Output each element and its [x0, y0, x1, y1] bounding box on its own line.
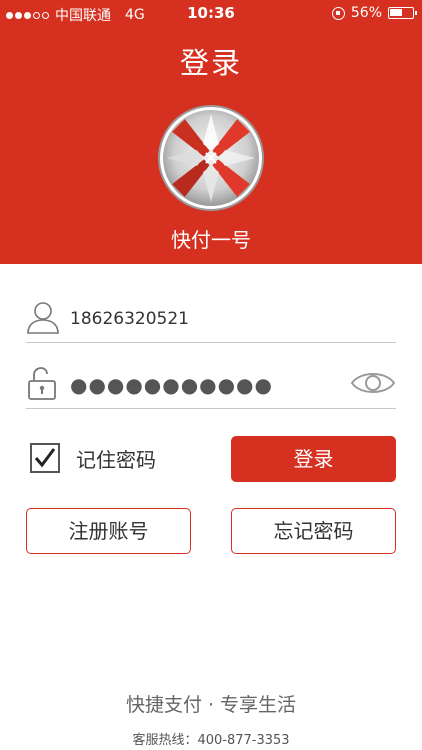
login-button[interactable]: 登录	[231, 436, 396, 482]
unlock-icon	[28, 367, 56, 400]
user-icon	[27, 302, 59, 334]
rotation-lock-icon	[331, 6, 345, 20]
status-bar: 中国联通 4G 10:36 56%	[0, 0, 422, 28]
eye-icon[interactable]	[350, 368, 396, 398]
service-hotline: 客服热线：400-877-3353	[132, 733, 290, 748]
header: 中国联通 4G 10:36 56% 登录 快付一号	[0, 0, 422, 264]
page-title: 登录	[179, 46, 242, 80]
app-logo	[158, 105, 264, 211]
remember-checkbox[interactable]	[30, 443, 60, 473]
status-right: 56%	[331, 5, 417, 21]
battery-percent: 56%	[350, 5, 382, 21]
password-field[interactable]: ●●●●●●●●●●●	[26, 362, 396, 409]
username-input[interactable]	[70, 302, 340, 336]
remember-password[interactable]: 记住密码	[30, 443, 156, 473]
remember-label: 记住密码	[76, 447, 156, 472]
battery-fill	[390, 9, 402, 16]
forgot-password-button[interactable]: 忘记密码	[231, 508, 396, 554]
register-button[interactable]: 注册账号	[26, 508, 191, 554]
battery-icon	[388, 7, 417, 19]
app-name: 快付一号	[171, 228, 251, 252]
username-field[interactable]	[26, 296, 396, 343]
password-input[interactable]: ●●●●●●●●●●●	[70, 372, 273, 398]
slogan: 快捷支付 · 专享生活	[125, 694, 297, 716]
check-icon	[34, 448, 56, 468]
